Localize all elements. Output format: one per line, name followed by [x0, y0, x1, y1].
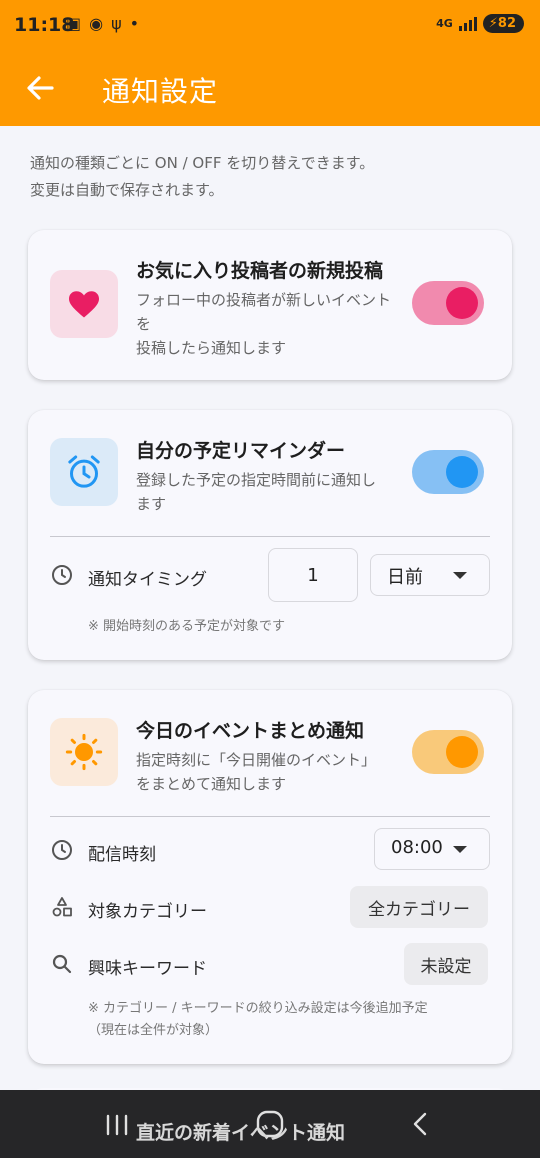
intro-line-2: 変更は自動で保存されます。: [30, 181, 224, 199]
timing-unit-dropdown[interactable]: 日前: [370, 554, 490, 596]
toggle-knob: [446, 287, 478, 319]
back-icon[interactable]: [400, 1104, 440, 1144]
delivery-time-value: 08:00: [391, 837, 443, 858]
status-notification-icons: ▣◉ψ•: [66, 14, 148, 33]
page-title: 通知設定: [102, 75, 219, 108]
clock-icon: [50, 563, 76, 589]
heart-icon: [50, 270, 118, 338]
card-title: お気に入り投稿者の新規投稿: [136, 260, 384, 282]
reminder-note: ※ 開始時刻のある予定が対象です: [88, 619, 286, 634]
keyword-label: 興味キーワード: [88, 959, 207, 979]
card-description: 指定時刻に「今日開催のイベント」 をまとめて通知します: [136, 748, 416, 796]
category-label: 対象カテゴリー: [88, 902, 207, 922]
desc-line: をまとめて通知します: [136, 775, 287, 793]
delivery-time-dropdown[interactable]: 08:00: [374, 828, 490, 870]
favorite-posts-toggle[interactable]: [412, 281, 484, 325]
recent-apps-icon[interactable]: [98, 1104, 138, 1144]
note-line: （現在は全件が対象）: [88, 1023, 219, 1038]
back-arrow-icon[interactable]: [22, 70, 58, 106]
desc-line: 指定時刻に「今日開催のイベント」: [136, 751, 377, 769]
card-title: 今日のイベントまとめ通知: [136, 720, 365, 742]
shapes-category-icon: [50, 895, 76, 921]
desc-line: 投稿したら通知します: [136, 339, 287, 357]
chevron-down-icon: [453, 572, 467, 579]
delivery-time-label: 配信時刻: [88, 845, 156, 865]
status-bar: 11:18 ▣◉ψ• 4G ⚡82: [0, 0, 540, 52]
daily-summary-toggle[interactable]: [412, 730, 484, 774]
daily-note: ※ カテゴリー / キーワードの絞り込み設定は今後追加予定 （現在は全件が対象）: [88, 998, 428, 1042]
battery-level: 82: [497, 16, 516, 31]
card-title: 自分の予定リマインダー: [136, 440, 346, 462]
app-bar: 通知設定: [0, 52, 540, 126]
category-button[interactable]: 全カテゴリー: [350, 886, 488, 928]
divider: [50, 536, 490, 537]
chevron-down-icon: [453, 846, 467, 853]
intro-text: 通知の種類ごとに ON / OFF を切り替えできます。 変更は自動で保存されま…: [30, 150, 510, 204]
status-right: 4G ⚡82: [436, 14, 524, 33]
card-title-partial: 直近の新着イベント通知: [136, 1122, 346, 1144]
desc-line: ます: [136, 495, 167, 513]
sun-icon: [50, 718, 118, 786]
network-type: 4G: [436, 16, 453, 30]
timing-label: 通知タイミング: [88, 570, 207, 590]
desc-line: フォロー中の投稿者が新しいイベント: [136, 291, 392, 309]
desc-line: を: [136, 315, 152, 333]
card-description: 登録した予定の指定時間前に通知し ます: [136, 468, 406, 516]
signal-icon: [458, 16, 477, 31]
card-favorite-posts: お気に入り投稿者の新規投稿 フォロー中の投稿者が新しいイベント を 投稿したら通…: [28, 230, 512, 380]
search-icon: [50, 952, 76, 978]
keyword-button[interactable]: 未設定: [404, 943, 488, 985]
toggle-knob: [446, 736, 478, 768]
card-description: フォロー中の投稿者が新しいイベント を 投稿したら通知します: [136, 288, 406, 360]
battery-indicator: ⚡82: [482, 14, 524, 33]
alarm-clock-icon: [50, 438, 118, 506]
divider: [50, 816, 490, 817]
intro-line-1: 通知の種類ごとに ON / OFF を切り替えできます。: [30, 154, 375, 172]
card-reminder: 自分の予定リマインダー 登録した予定の指定時間前に通知し ます 通知タイミング …: [28, 410, 512, 660]
clock-icon: [50, 838, 76, 864]
toggle-knob: [446, 456, 478, 488]
note-line: ※ カテゴリー / キーワードの絞り込み設定は今後追加予定: [88, 1001, 428, 1016]
reminder-toggle[interactable]: [412, 450, 484, 494]
card-daily-summary: 今日のイベントまとめ通知 指定時刻に「今日開催のイベント」 をまとめて通知します…: [28, 690, 512, 1064]
timing-value-input[interactable]: 1: [268, 548, 358, 602]
timing-unit-value: 日前: [387, 567, 423, 588]
desc-line: 登録した予定の指定時間前に通知し: [136, 471, 377, 489]
